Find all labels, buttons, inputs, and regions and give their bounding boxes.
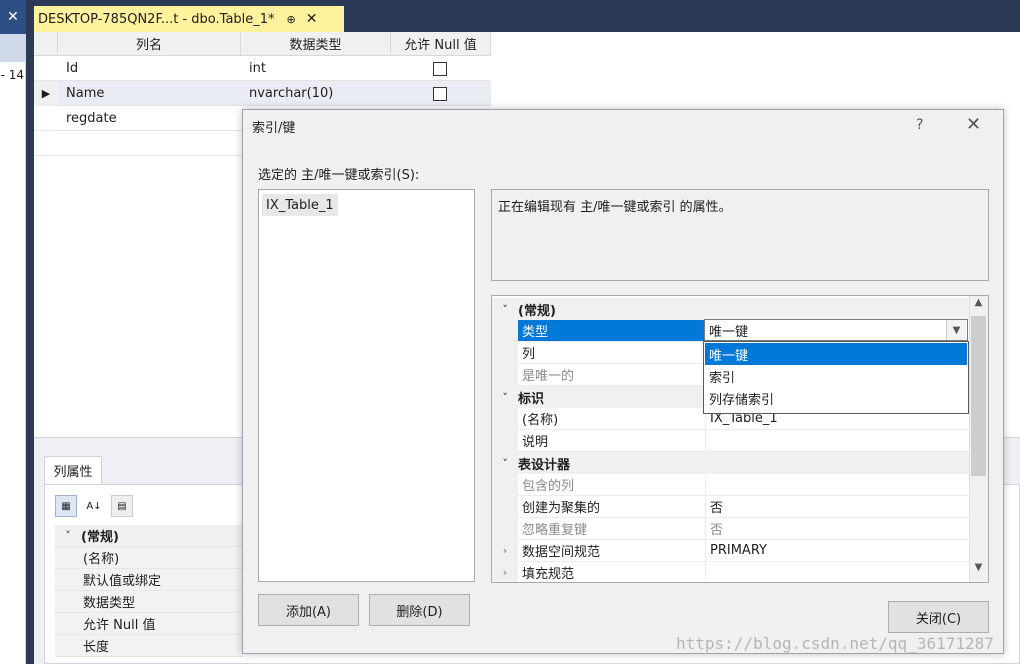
document-tab-title: DESKTOP-785QN2F...t - dbo.Table_1* (38, 11, 275, 27)
sort-alpha-icon[interactable]: A↓ (83, 495, 105, 517)
left-panel-number: - 14 (0, 68, 24, 82)
delete-button[interactable]: 删除(D) (369, 594, 470, 626)
property-category-general[interactable]: ˅ (常规) (55, 525, 243, 547)
left-side-panel (0, 0, 26, 664)
column-header-type[interactable]: 数据类型 (241, 32, 391, 56)
type-dropdown-list: 唯一键 索引 列存储索引 (703, 341, 969, 414)
type-dropdown[interactable]: 唯一键 (704, 319, 968, 341)
dropdown-option[interactable]: 索引 (705, 365, 967, 387)
tab-close-icon[interactable]: ✕ (306, 11, 318, 27)
help-icon[interactable]: ? (916, 117, 923, 133)
fill-spec-label: 填充规范 (518, 562, 706, 582)
data-space-label: 数据空间规范 (518, 540, 706, 562)
column-name-cell[interactable]: Name (58, 81, 241, 106)
collapse-icon[interactable]: ˅ (55, 529, 81, 542)
name-label: (名称) (518, 408, 706, 430)
scrollbar-thumb[interactable] (971, 316, 986, 476)
collapse-icon[interactable]: ˅ (492, 303, 518, 316)
property-row[interactable]: 数据类型 (55, 591, 243, 613)
watermark: https://blog.csdn.net/qq_36171287 (676, 634, 994, 653)
column-header-name[interactable]: 列名 (58, 32, 241, 56)
scroll-down-icon[interactable]: ▼ (969, 562, 988, 580)
category-table-designer[interactable]: ˅ 表设计器 (492, 452, 972, 474)
pin-icon[interactable]: ⊕ (287, 13, 296, 26)
dropdown-option[interactable]: 列存储索引 (705, 387, 967, 409)
ignore-duplicate-value: 否 (706, 518, 972, 540)
add-button[interactable]: 添加(A) (258, 594, 359, 626)
allow-null-checkbox[interactable] (433, 87, 447, 101)
left-splitter (26, 0, 34, 664)
included-columns-label: 包含的列 (518, 474, 706, 496)
ignore-duplicate-label: 忽略重复键 (518, 518, 706, 540)
property-row-included-columns[interactable]: 包含的列 (492, 474, 972, 496)
is-unique-label: 是唯一的 (518, 364, 706, 386)
data-type-cell[interactable]: int (241, 56, 391, 81)
type-label: 类型 (518, 320, 706, 342)
property-row[interactable]: 允许 Null 值 (55, 613, 243, 635)
column-name-cell[interactable]: regdate (58, 106, 241, 131)
row-selector[interactable] (34, 56, 58, 81)
index-list[interactable] (258, 189, 475, 582)
close-button[interactable]: 关闭(C) (888, 601, 989, 633)
left-panel-selected-row[interactable] (0, 34, 26, 62)
selected-index-label: 选定的 主/唯一键或索引(S): (258, 168, 420, 183)
property-row-create-clustered[interactable]: 创建为聚集的 否 (492, 496, 972, 518)
property-row[interactable]: (名称) (55, 547, 243, 569)
close-icon[interactable]: ✕ (0, 0, 26, 34)
categorized-icon[interactable]: ▦ (55, 495, 77, 517)
expand-icon[interactable]: › (492, 540, 518, 562)
category-general[interactable]: ˅ (常规) (492, 298, 972, 320)
grid-corner (34, 32, 58, 56)
description-box: 正在编辑现有 主/唯一键或索引 的属性。 (491, 189, 989, 281)
column-name-cell[interactable]: Id (58, 56, 241, 81)
columns-label: 列 (518, 342, 706, 364)
row-selector-arrow-icon[interactable]: ▶ (34, 81, 58, 106)
scroll-up-icon[interactable]: ▲ (969, 297, 988, 315)
chevron-down-icon[interactable]: ▼ (946, 320, 966, 340)
dialog-title: 索引/键 (252, 121, 296, 136)
create-clustered-value[interactable]: 否 (706, 496, 972, 518)
property-row-description[interactable]: 说明 (492, 430, 972, 452)
dropdown-option[interactable]: 唯一键 (705, 343, 967, 365)
property-pages-icon[interactable]: ▤ (111, 495, 133, 517)
property-row-ignore-duplicate[interactable]: 忽略重复键 否 (492, 518, 972, 540)
collapse-icon[interactable]: ˅ (492, 391, 518, 404)
property-toolbar: ▦ A↓ ▤ (55, 494, 145, 518)
dialog-close-icon[interactable]: ✕ (966, 114, 981, 135)
row-selector[interactable] (34, 106, 58, 131)
create-clustered-label: 创建为聚集的 (518, 496, 706, 518)
list-item[interactable]: IX_Table_1 (262, 194, 338, 216)
document-tab[interactable]: DESKTOP-785QN2F...t - dbo.Table_1* ⊕ ✕ (34, 6, 344, 32)
table-row[interactable]: Id int (34, 56, 491, 81)
table-row[interactable]: ▶ Name nvarchar(10) (34, 81, 491, 106)
expand-icon[interactable]: › (492, 562, 518, 582)
property-row[interactable]: 默认值或绑定 (55, 569, 243, 591)
collapse-icon[interactable]: ˅ (492, 457, 518, 470)
property-row-data-space[interactable]: › 数据空间规范 PRIMARY (492, 540, 972, 562)
tab-column-properties[interactable]: 列属性 (44, 456, 102, 484)
column-header-allow-null[interactable]: 允许 Null 值 (391, 32, 491, 56)
property-row-fill-spec[interactable]: › 填充规范 (492, 562, 972, 582)
data-type-cell[interactable]: nvarchar(10) (241, 81, 391, 106)
allow-null-checkbox[interactable] (433, 62, 447, 76)
description-label: 说明 (518, 430, 706, 452)
property-row[interactable]: 长度 (55, 635, 243, 657)
data-space-value[interactable]: PRIMARY (706, 540, 972, 562)
